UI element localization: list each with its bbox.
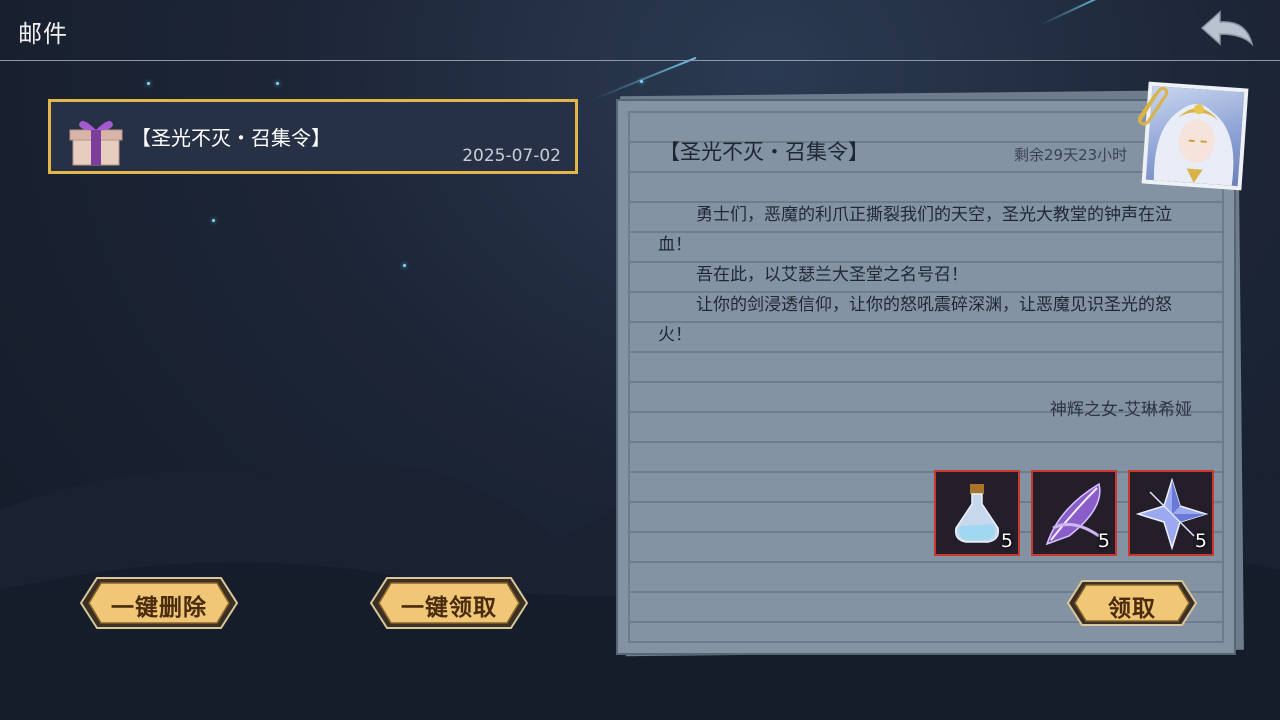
delete-all-button[interactable]: 一键删除 (79, 575, 239, 631)
reward-slot[interactable]: 5 (1128, 470, 1214, 556)
letter-paragraph: 让你的剑浸透信仰，让你的怒吼震碎深渊，让恶魔见识圣光的怒火！ (658, 295, 1172, 345)
letter-remaining-time: 剩余29天23小时 (1014, 146, 1128, 164)
star-decoration (276, 82, 279, 85)
claim-button[interactable]: 领取 (1066, 578, 1198, 628)
reward-count: 5 (1097, 530, 1110, 552)
header-bar: 邮件 (0, 0, 1280, 61)
letter-lines (628, 111, 1224, 643)
reward-count: 5 (1000, 530, 1013, 552)
star-decoration (403, 264, 406, 267)
mail-list-item[interactable]: 【圣光不灭・召集令】 2025-07-02 (48, 99, 578, 174)
reward-count: 5 (1194, 530, 1207, 552)
letter-paragraph: 勇士们，恶魔的利爪正撕裂我们的天空，圣光大教堂的钟声在泣血！ (658, 205, 1172, 255)
star-decoration (147, 82, 150, 85)
mail-date: 2025-07-02 (462, 146, 561, 166)
letter-body: 勇士们，恶魔的利爪正撕裂我们的天空，圣光大教堂的钟声在泣血！ 吾在此，以艾瑟兰大… (658, 200, 1198, 350)
letter-title: 【圣光不灭・召集令】 (659, 140, 869, 164)
claim-all-label: 一键领取 (401, 595, 497, 621)
star-decoration (212, 219, 215, 222)
letter-paragraph: 吾在此，以艾瑟兰大圣堂之名号召！ (696, 265, 968, 285)
claim-label: 领取 (1108, 596, 1156, 622)
claim-all-button[interactable]: 一键领取 (369, 575, 529, 631)
mail-subject: 【圣光不灭・召集令】 (131, 126, 331, 150)
reward-slot[interactable]: 5 (1031, 470, 1117, 556)
page-title: 邮件 (18, 20, 68, 48)
gift-box-icon (69, 121, 123, 166)
back-arrow-icon (1200, 10, 1254, 47)
shooting-star-decoration (593, 56, 697, 100)
reward-slot[interactable]: 5 (934, 470, 1020, 556)
back-button[interactable] (1196, 8, 1258, 52)
delete-all-label: 一键删除 (111, 595, 207, 621)
letter-signature: 神辉之女-艾琳希娅 (1049, 400, 1192, 420)
paper-clip-icon (1137, 86, 1168, 126)
